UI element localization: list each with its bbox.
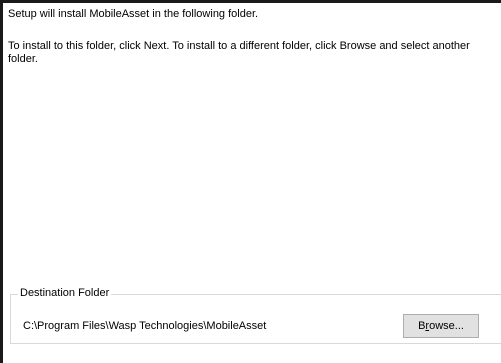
instruction-text: To install to this folder, click Next. T…: [8, 40, 470, 65]
destination-folder-legend: Destination Folder: [18, 287, 112, 300]
destination-path: C:\Program Files\Wasp Technologies\Mobil…: [23, 320, 267, 332]
browse-button[interactable]: Br owse...: [403, 314, 479, 338]
intro-text: Setup will install MobileAsset in the fo…: [8, 8, 259, 20]
browse-accesskey: r: [425, 320, 430, 332]
